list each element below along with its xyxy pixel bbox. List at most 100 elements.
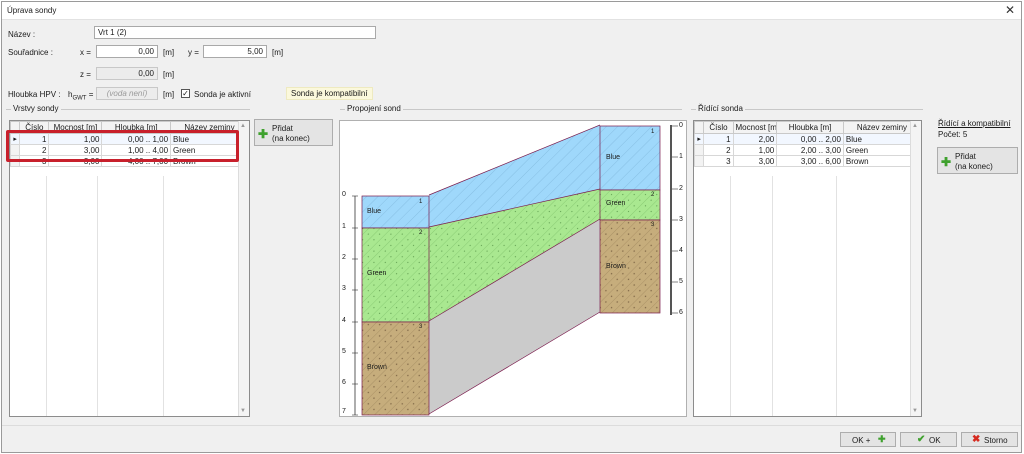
layers-group-title: Vrstvy sondy <box>11 104 61 113</box>
column-guide <box>46 176 47 416</box>
ok-plus-button[interactable]: OK + ✚ <box>840 432 896 447</box>
scroll-down-icon[interactable]: ▼ <box>240 408 246 414</box>
master-group-title: Řídící sonda <box>696 104 745 113</box>
table-row[interactable]: 3 3,00 3,00 .. 6,00 Brown <box>694 155 921 167</box>
scroll-down-icon[interactable]: ▼ <box>912 408 918 414</box>
cell-soil[interactable]: Green <box>842 144 921 156</box>
add-layer-label-1: Přidat <box>272 124 293 133</box>
active-label: Sonda je aktivní <box>194 90 251 99</box>
y-input[interactable]: 5,00 <box>203 45 267 58</box>
right-layer-label: Blue <box>606 154 621 161</box>
name-label: Název : <box>8 30 36 39</box>
y-unit: [m] <box>272 48 284 57</box>
right-scale-axis <box>670 125 672 315</box>
dialog-window: Úprava sondy ✕ Název : Vrt 1 (2) Souřadn… <box>1 1 1022 453</box>
left-scale-label: 7 <box>342 408 346 415</box>
master-col-depth[interactable]: Hloubka [m] <box>776 121 844 134</box>
row-current-indicator: ▸ <box>694 133 705 145</box>
gwt-symbol: hGWT = <box>68 90 93 102</box>
right-layer-label: Green <box>606 200 626 207</box>
left-scale-label: 3 <box>342 285 346 292</box>
left-layer-number: 2 <box>419 230 423 236</box>
right-layer-label: Brown <box>606 263 626 270</box>
master-table: Číslo Mocnost [m] Hloubka [m] Název zemi… <box>693 120 922 417</box>
add-layer-label-2: (na konec) <box>272 134 310 143</box>
close-icon[interactable]: ✕ <box>1005 3 1015 17</box>
gwt-eq: = <box>88 90 94 99</box>
left-scale-label: 0 <box>342 191 346 198</box>
left-layer-number: 3 <box>419 324 423 330</box>
right-scale-ticks <box>672 125 678 314</box>
table-row[interactable]: ▸ 1 2,00 0,00 .. 2,00 Blue <box>694 133 921 145</box>
add-master-layer-button[interactable]: ✚ Přidat (na konec) <box>937 147 1018 174</box>
z-value: 0,00 <box>96 67 158 80</box>
cross-icon: ✖ <box>972 434 981 445</box>
scroll-up-icon[interactable]: ▲ <box>912 123 918 129</box>
right-layer-number: 1 <box>651 129 655 135</box>
left-scale-label: 6 <box>342 379 346 386</box>
cell-soil[interactable]: Blue <box>842 133 921 145</box>
cell-thickness[interactable]: 1,00 <box>732 144 778 156</box>
add-layer-button[interactable]: ✚ Přidat (na konec) <box>254 119 333 146</box>
plus-down-icon: ✚ <box>878 434 886 444</box>
plus-icon: ✚ <box>941 155 952 169</box>
cell-soil[interactable]: Brown <box>842 155 921 167</box>
active-checkbox[interactable]: ✓ <box>181 89 190 98</box>
ok-button[interactable]: ✔ OK <box>900 432 957 447</box>
column-guide <box>772 176 773 416</box>
cell-number[interactable]: 3 <box>703 155 734 167</box>
cancel-button[interactable]: ✖ Storno <box>961 432 1018 447</box>
master-scrollbar[interactable]: ▲ ▼ <box>910 121 921 416</box>
add-master-label-1: Přidat <box>955 152 976 161</box>
scroll-up-icon[interactable]: ▲ <box>240 123 246 129</box>
left-scale-label: 4 <box>342 317 346 324</box>
right-scale-label: 4 <box>679 247 683 254</box>
right-scale-label: 2 <box>679 185 683 192</box>
column-guide <box>836 176 837 416</box>
cell-thickness[interactable]: 3,00 <box>732 155 778 167</box>
gwt-input[interactable]: (voda není) <box>96 87 158 100</box>
column-guide <box>97 176 98 416</box>
window-title: Úprava sondy <box>7 6 57 15</box>
left-layer-label: Brown <box>367 364 387 371</box>
master-col-soil[interactable]: Název zeminy <box>842 121 921 134</box>
z-unit: [m] <box>163 70 175 79</box>
connection-drawing: 0 1 2 3 4 5 6 7 0 1 2 3 4 5 6 Blue 1 Gre… <box>339 120 687 417</box>
master-info-count: Počet: 5 <box>938 130 968 139</box>
right-layer-number: 3 <box>651 222 655 228</box>
master-col-number[interactable]: Číslo <box>703 121 734 134</box>
gwt-unit: [m] <box>163 90 175 99</box>
ok-label: OK <box>929 436 941 445</box>
table-row[interactable]: 2 1,00 2,00 .. 3,00 Green <box>694 144 921 156</box>
master-col-thickness[interactable]: Mocnost [m] <box>732 121 778 134</box>
z-label: z = <box>80 70 91 79</box>
layers-table: Číslo Mocnost [m] Hloubka [m] Název zemi… <box>9 120 250 417</box>
x-unit: [m] <box>163 48 175 57</box>
cell-depth[interactable]: 3,00 .. 6,00 <box>776 155 844 167</box>
gwt-subscript: GWT <box>72 95 87 102</box>
y-label: y = <box>188 48 199 57</box>
column-guide <box>163 176 164 416</box>
row-indicator <box>694 155 705 167</box>
footer-separator <box>2 425 1021 426</box>
left-layer-number: 1 <box>419 199 423 205</box>
cell-number[interactable]: 1 <box>703 133 734 145</box>
right-scale-label: 0 <box>679 122 683 129</box>
right-scale-label: 1 <box>679 153 683 160</box>
cell-number[interactable]: 2 <box>703 144 734 156</box>
cell-depth[interactable]: 0,00 .. 2,00 <box>776 133 844 145</box>
column-guide <box>730 176 731 416</box>
layers-scrollbar[interactable]: ▲ ▼ <box>238 121 249 416</box>
cell-depth[interactable]: 2,00 .. 3,00 <box>776 144 844 156</box>
title-bar: Úprava sondy ✕ <box>2 2 1021 20</box>
cell-thickness[interactable]: 2,00 <box>732 133 778 145</box>
gwt-label: Hloubka HPV : <box>8 90 61 99</box>
right-scale-label: 5 <box>679 278 683 285</box>
ok-plus-label: OK + <box>852 436 871 445</box>
name-input[interactable]: Vrt 1 (2) <box>94 26 376 39</box>
x-input[interactable]: 0,00 <box>96 45 158 58</box>
compat-note: Sonda je kompatibilní <box>286 87 373 100</box>
add-master-label-2: (na konec) <box>955 162 993 171</box>
left-layer-label: Green <box>367 270 387 277</box>
master-info-title: Řídící a kompatibilní <box>938 119 1011 128</box>
